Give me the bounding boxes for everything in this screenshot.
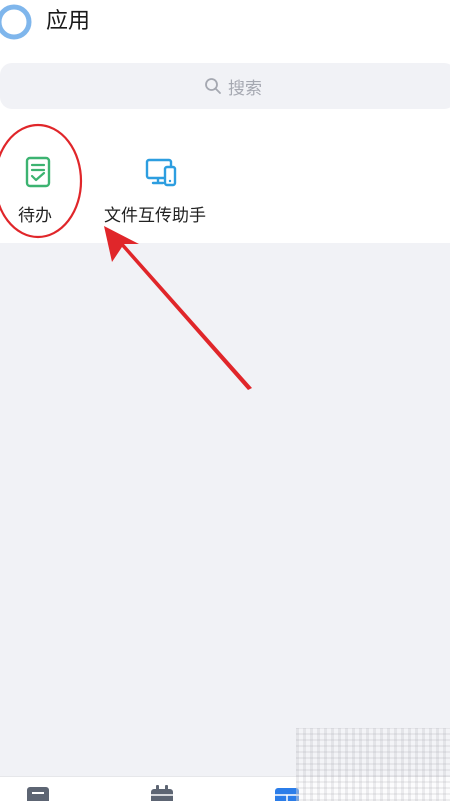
app-label-todo: 待办	[18, 206, 52, 226]
calendar-icon[interactable]	[148, 785, 176, 801]
app-file-transfer[interactable]: 文件互传助手	[100, 125, 228, 243]
user-avatar-icon[interactable]	[0, 2, 34, 42]
app-todo[interactable]: 待办	[0, 125, 76, 243]
empty-content-area	[0, 243, 450, 776]
docs-icon[interactable]	[24, 785, 52, 801]
header: 应用	[0, 0, 450, 50]
search-icon	[205, 78, 221, 94]
app-screen: 应用 搜索 待办 文件互传助手	[0, 0, 450, 801]
file-transfer-devices-icon	[145, 158, 177, 187]
app-label-file-transfer: 文件互传助手	[104, 206, 206, 226]
search-placeholder: 搜索	[228, 78, 262, 99]
search-content: 搜索	[204, 74, 262, 99]
todo-checklist-icon	[25, 156, 51, 188]
search-bar[interactable]: 搜索	[0, 63, 450, 109]
page-title: 应用	[46, 9, 91, 34]
apps-icon[interactable]	[273, 785, 301, 801]
apps-grid: 待办 文件互传助手	[0, 125, 450, 243]
bottom-nav	[0, 776, 450, 801]
